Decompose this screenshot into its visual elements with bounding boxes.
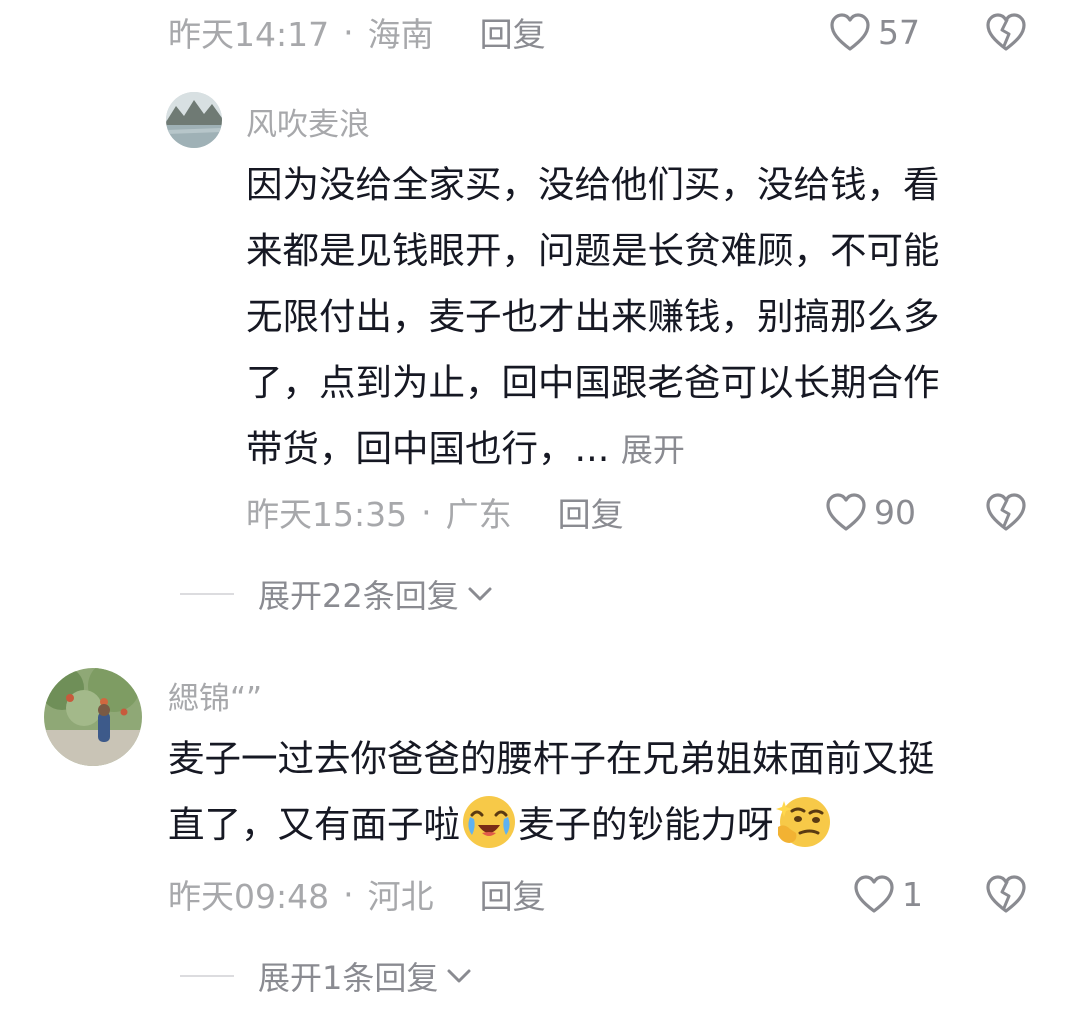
- chevron-down-icon: [468, 587, 492, 601]
- like-count: 90: [874, 492, 916, 532]
- comment-text: 因为没给全家买，没给他们买，没给钱，看 来都是见钱眼开，问题是长贫难顾，不可能 …: [246, 152, 1046, 483]
- meta-separator: ·: [421, 492, 432, 532]
- comment-location: 河北: [367, 877, 434, 916]
- like-button[interactable]: 57: [828, 8, 920, 56]
- heart-icon: [830, 13, 870, 51]
- like-count: 1: [902, 874, 923, 914]
- expand-replies-button[interactable]: 展开1条回复: [180, 954, 474, 998]
- comment-location: 广东: [445, 495, 512, 534]
- divider-line: [180, 593, 234, 595]
- like-button[interactable]: 90: [824, 488, 916, 536]
- comment-text-tail: 带货，回中国也行，...: [246, 427, 610, 470]
- avatar[interactable]: [166, 92, 222, 148]
- like-button[interactable]: 1: [852, 870, 923, 918]
- comment-location: 海南: [367, 15, 434, 54]
- dislike-icon[interactable]: [984, 490, 1028, 534]
- expand-replies-button[interactable]: 展开22条回复: [180, 572, 495, 616]
- like-count: 57: [878, 12, 920, 52]
- comment-meta: 昨天14:17 · 海南 回复: [168, 8, 546, 56]
- comment-username[interactable]: 风吹麦浪: [246, 99, 370, 144]
- expand-text-link[interactable]: 展开: [621, 431, 685, 469]
- expand-replies-label: 展开22条回复: [258, 577, 459, 615]
- crying-laughing-emoji-icon: [463, 796, 515, 848]
- comment-text-line: 麦子一过去你爸爸的腰杆子在兄弟姐妹面前又挺: [168, 737, 935, 780]
- reply-button[interactable]: 回复: [480, 870, 546, 918]
- comment-time: 昨天15:35: [246, 495, 408, 534]
- comment-text: 麦子一过去你爸爸的腰杆子在兄弟姐妹面前又挺 直了，又有面子啦 麦子的钞能力呀: [168, 726, 1048, 858]
- divider-line: [180, 975, 234, 977]
- reply-button[interactable]: 回复: [558, 488, 624, 536]
- thinking-emoji-icon: [775, 797, 830, 847]
- meta-separator: ·: [343, 874, 354, 914]
- comment-text-line: 直了，又有面子啦 麦子的钞能力呀: [168, 792, 1048, 858]
- expand-replies-label: 展开1条回复: [258, 959, 439, 997]
- heart-icon: [826, 493, 866, 531]
- dislike-icon[interactable]: [984, 10, 1028, 54]
- avatar[interactable]: [44, 668, 142, 766]
- comment-text-line: 因为没给全家买，没给他们买，没给钱，看: [246, 163, 940, 206]
- comment-meta: 昨天09:48 · 河北 回复: [168, 870, 546, 918]
- comment-time: 昨天14:17: [168, 15, 330, 54]
- heart-icon: [854, 875, 894, 913]
- dislike-icon[interactable]: [984, 872, 1028, 916]
- comment-username[interactable]: 緦锦“”: [168, 673, 262, 718]
- comment-time: 昨天09:48: [168, 877, 330, 916]
- meta-separator: ·: [343, 12, 354, 52]
- comment-text-segment: 直了，又有面子啦: [168, 803, 460, 846]
- reply-button[interactable]: 回复: [480, 8, 546, 56]
- comment-meta: 昨天15:35 · 广东 回复: [246, 488, 624, 536]
- comment-text-line: 带货，回中国也行，... 展开: [246, 416, 1046, 483]
- comment-text-segment: 麦子的钞能力呀: [518, 803, 774, 846]
- chevron-down-icon: [447, 969, 471, 983]
- comment-text-line: 无限付出，麦子也才出来赚钱，别搞那么多: [246, 295, 940, 338]
- comment-text-line: 了，点到为止，回中国跟老爸可以长期合作: [246, 361, 940, 404]
- landscape-avatar-image: [166, 92, 222, 148]
- orchard-avatar-image: [44, 668, 142, 766]
- comment-text-line: 来都是见钱眼开，问题是长贫难顾，不可能: [246, 229, 940, 272]
